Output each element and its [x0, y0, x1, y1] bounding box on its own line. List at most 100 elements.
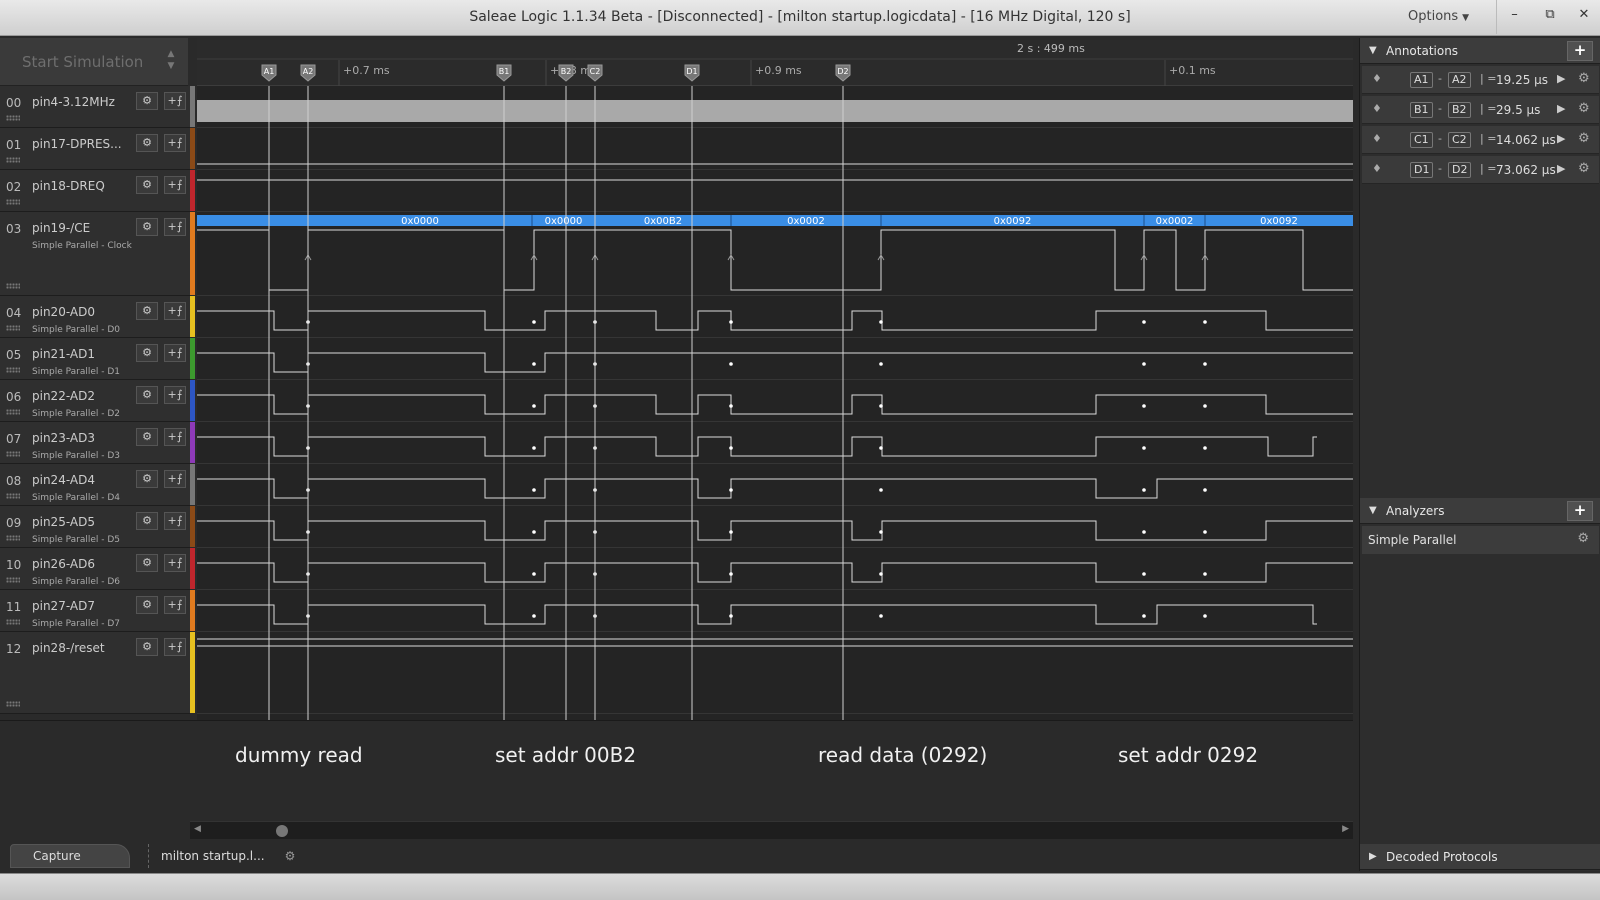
- channel-name[interactable]: pin28-/reset: [32, 641, 105, 655]
- decoded-value[interactable]: 0x00B2: [644, 216, 682, 227]
- trigger-edge-icon[interactable]: +⨍: [164, 554, 186, 572]
- annotation-row[interactable]: ♦ C1- C2 | = 14.062 µs ▶ ⚙: [1362, 126, 1599, 154]
- channel-settings-gear-icon[interactable]: ⚙: [136, 344, 158, 362]
- marker-a[interactable]: B1: [1410, 102, 1433, 118]
- channel-row[interactable]: 00 pin4-3.12MHz ⚙ +⨍: [0, 86, 195, 128]
- scroll-thumb[interactable]: [276, 825, 288, 837]
- channel-settings-gear-icon[interactable]: ⚙: [136, 218, 158, 236]
- timing-marker-flag[interactable]: A1: [261, 64, 277, 82]
- channel-name[interactable]: pin23-AD3: [32, 431, 95, 445]
- trigger-edge-icon[interactable]: +⨍: [164, 344, 186, 362]
- close-button[interactable]: ✕: [1566, 0, 1600, 34]
- channel-name[interactable]: pin18-DREQ: [32, 179, 105, 193]
- marker-a[interactable]: C1: [1410, 132, 1433, 148]
- marker-a[interactable]: A1: [1410, 72, 1433, 88]
- channel-name[interactable]: pin20-AD0: [32, 305, 95, 319]
- tab-capture[interactable]: Capture: [10, 844, 130, 868]
- timing-marker-flag[interactable]: B2: [558, 64, 574, 82]
- play-icon[interactable]: ▶: [1557, 132, 1565, 145]
- timing-marker-flag[interactable]: D1: [684, 64, 700, 82]
- gear-icon[interactable]: ⚙: [1578, 71, 1590, 86]
- marker-b[interactable]: D2: [1448, 162, 1472, 178]
- drag-handle-icon[interactable]: [6, 157, 20, 163]
- drag-handle-icon[interactable]: [6, 451, 20, 457]
- channel-settings-gear-icon[interactable]: ⚙: [136, 470, 158, 488]
- analyzers-header[interactable]: ▼ Analyzers +: [1360, 498, 1600, 524]
- trigger-edge-icon[interactable]: +⨍: [164, 470, 186, 488]
- channel-row[interactable]: 11 pin27-AD7 Simple Parallel - D7 ⚙ +⨍: [0, 590, 195, 632]
- channel-row[interactable]: 05 pin21-AD1 Simple Parallel - D1 ⚙ +⨍: [0, 338, 195, 380]
- play-icon[interactable]: ▶: [1557, 102, 1565, 115]
- marker-a[interactable]: D1: [1410, 162, 1434, 178]
- add-annotation-button[interactable]: +: [1567, 41, 1593, 61]
- time-ruler[interactable]: 2 s : 499 ms +0.7 ms+0.8 ms+0.9 ms+0.1 m…: [197, 38, 1353, 86]
- annotation-row[interactable]: ♦ B1- B2 | = 29.5 µs ▶ ⚙: [1362, 96, 1599, 124]
- channel-settings-gear-icon[interactable]: ⚙: [136, 302, 158, 320]
- marker-b[interactable]: B2: [1448, 102, 1471, 118]
- trigger-edge-icon[interactable]: +⨍: [164, 386, 186, 404]
- channel-settings-gear-icon[interactable]: ⚙: [136, 92, 158, 110]
- trigger-edge-icon[interactable]: +⨍: [164, 92, 186, 110]
- decoded-protocols-header[interactable]: ▶ Decoded Protocols: [1360, 844, 1600, 870]
- annotation-row[interactable]: ♦ A1- A2 | = 19.25 µs ▶ ⚙: [1362, 66, 1599, 94]
- channel-row[interactable]: 01 pin17-DPRES... ⚙ +⨍: [0, 128, 195, 170]
- gear-icon[interactable]: ⚙: [285, 849, 296, 863]
- tab-file[interactable]: milton startup.l... ⚙: [148, 844, 308, 868]
- timing-marker-flag[interactable]: D2: [835, 64, 851, 82]
- scroll-left-icon[interactable]: ◀: [194, 824, 201, 834]
- restore-button[interactable]: ⧉: [1532, 0, 1568, 34]
- drag-handle-icon[interactable]: [6, 701, 20, 707]
- trigger-edge-icon[interactable]: +⨍: [164, 512, 186, 530]
- options-menu[interactable]: Options ▼: [1408, 9, 1469, 24]
- play-icon[interactable]: ▶: [1557, 72, 1565, 85]
- minimize-button[interactable]: –: [1496, 0, 1532, 34]
- channel-row[interactable]: 08 pin24-AD4 Simple Parallel - D4 ⚙ +⨍: [0, 464, 195, 506]
- decoded-value[interactable]: 0x0002: [787, 216, 825, 227]
- pin-icon[interactable]: ♦: [1372, 132, 1382, 145]
- channel-name[interactable]: pin26-AD6: [32, 557, 95, 571]
- channel-name[interactable]: pin4-3.12MHz: [32, 95, 115, 109]
- channel-row[interactable]: 06 pin22-AD2 Simple Parallel - D2 ⚙ +⨍: [0, 380, 195, 422]
- decoded-value[interactable]: 0x0000: [545, 216, 583, 227]
- trigger-edge-icon[interactable]: +⨍: [164, 176, 186, 194]
- analyzer-item[interactable]: Simple Parallel ⚙: [1362, 526, 1599, 554]
- channel-settings-gear-icon[interactable]: ⚙: [136, 386, 158, 404]
- channel-row[interactable]: 04 pin20-AD0 Simple Parallel - D0 ⚙ +⨍: [0, 296, 195, 338]
- channel-settings-gear-icon[interactable]: ⚙: [136, 134, 158, 152]
- channel-name[interactable]: pin19-/CE: [32, 221, 90, 235]
- marker-b[interactable]: A2: [1448, 72, 1471, 88]
- channel-row[interactable]: 07 pin23-AD3 Simple Parallel - D3 ⚙ +⨍: [0, 422, 195, 464]
- annotations-header[interactable]: ▼ Annotations +: [1360, 38, 1600, 64]
- annotation-row[interactable]: ♦ D1- D2 | = 73.062 µs ▶ ⚙: [1362, 156, 1599, 184]
- drag-handle-icon[interactable]: [6, 577, 20, 583]
- drag-handle-icon[interactable]: [6, 409, 20, 415]
- pin-icon[interactable]: ♦: [1372, 102, 1382, 115]
- drag-handle-icon[interactable]: [6, 199, 20, 205]
- drag-handle-icon[interactable]: [6, 535, 20, 541]
- trigger-edge-icon[interactable]: +⨍: [164, 302, 186, 320]
- gear-icon[interactable]: ⚙: [1578, 131, 1590, 146]
- channel-settings-gear-icon[interactable]: ⚙: [136, 176, 158, 194]
- channel-row[interactable]: 12 pin28-/reset ⚙ +⨍: [0, 632, 195, 714]
- channel-row[interactable]: 10 pin26-AD6 Simple Parallel - D6 ⚙ +⨍: [0, 548, 195, 590]
- channel-settings-gear-icon[interactable]: ⚙: [136, 512, 158, 530]
- play-icon[interactable]: ▶: [1557, 162, 1565, 175]
- channel-row[interactable]: 09 pin25-AD5 Simple Parallel - D5 ⚙ +⨍: [0, 506, 195, 548]
- pin-icon[interactable]: ♦: [1372, 72, 1382, 85]
- drag-handle-icon[interactable]: [6, 619, 20, 625]
- trigger-edge-icon[interactable]: +⨍: [164, 134, 186, 152]
- pin-icon[interactable]: ♦: [1372, 162, 1382, 175]
- marker-b[interactable]: C2: [1448, 132, 1471, 148]
- drag-handle-icon[interactable]: [6, 367, 20, 373]
- decoded-value[interactable]: 0x0000: [401, 216, 439, 227]
- scroll-right-icon[interactable]: ▶: [1342, 824, 1349, 834]
- start-simulation-button[interactable]: Start Simulation: [22, 53, 143, 71]
- channel-name[interactable]: pin21-AD1: [32, 347, 95, 361]
- channel-name[interactable]: pin17-DPRES...: [32, 137, 122, 151]
- channel-settings-gear-icon[interactable]: ⚙: [136, 428, 158, 446]
- gear-icon[interactable]: ⚙: [1578, 161, 1590, 176]
- simulation-spinner[interactable]: ▲ ▼: [163, 48, 179, 76]
- add-analyzer-button[interactable]: +: [1567, 501, 1593, 521]
- timing-marker-flag[interactable]: C2: [587, 64, 603, 82]
- trigger-edge-icon[interactable]: +⨍: [164, 218, 186, 236]
